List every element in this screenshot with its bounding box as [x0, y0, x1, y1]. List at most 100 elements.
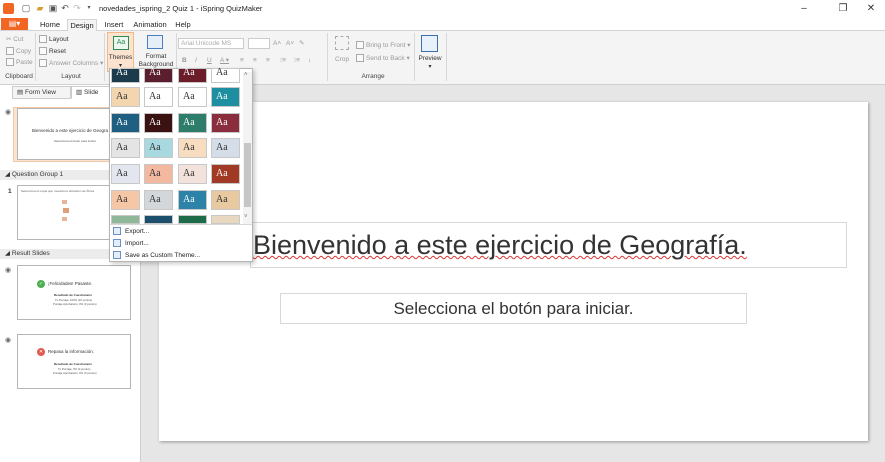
preview-button[interactable]: Preview ▾	[417, 34, 443, 72]
save-custom-theme-menu-item[interactable]: Save as Custom Theme...	[113, 250, 200, 261]
file-menu-button[interactable]: ▤▾	[1, 18, 28, 30]
clear-format-icon[interactable]: ✎	[299, 39, 304, 48]
slide-canvas[interactable]: Bienvenido a este ejercicio de Geografía…	[159, 102, 868, 441]
theme-swatch[interactable]: Aa	[144, 87, 173, 107]
customize-quick-access-icon[interactable]: ▾	[84, 3, 94, 13]
theme-swatch[interactable]	[211, 215, 240, 224]
themes-button[interactable]: Aa Themes ▾	[107, 32, 134, 72]
theme-swatch[interactable]: Aa	[211, 87, 240, 107]
theme-swatch[interactable]: Aa	[178, 113, 207, 133]
align-left-icon[interactable]: ≡	[240, 56, 244, 65]
maximize-button[interactable]: ❐	[829, 2, 857, 15]
font-family-select[interactable]: Arial Unicode MS	[178, 38, 244, 49]
slide-title-textbox[interactable]: Bienvenido a este ejercicio de Geografía…	[250, 222, 847, 268]
theme-swatch[interactable]: Aa	[111, 138, 140, 158]
theme-swatch[interactable]: Aa	[178, 190, 207, 210]
theme-swatch[interactable]: Aa	[144, 190, 173, 210]
theme-swatch[interactable]: Aa	[178, 138, 207, 158]
theme-swatch[interactable]: Aa	[178, 68, 207, 83]
reset-button[interactable]: Reset	[39, 47, 66, 56]
arrange-group-label: Arrange	[361, 73, 385, 80]
eye-icon[interactable]: ◉	[5, 108, 11, 116]
italic-button[interactable]: I	[195, 56, 197, 65]
open-folder-icon[interactable]: ▰	[35, 3, 45, 13]
cut-button[interactable]: ✂ Cut	[6, 35, 23, 44]
minimize-button[interactable]: –	[790, 2, 818, 15]
theme-swatch[interactable]: Aa	[111, 190, 140, 210]
theme-swatch[interactable]: Aa	[211, 190, 240, 210]
import-theme-menu-item[interactable]: Import...	[113, 238, 149, 249]
eye-icon[interactable]: ◉	[5, 266, 11, 274]
thumbnail-heading: Resultado de Cuestionario	[54, 293, 93, 297]
crop-button[interactable]: Crop	[332, 36, 354, 64]
theme-swatch[interactable]: Aa	[144, 113, 173, 133]
export-theme-menu-item[interactable]: Export...	[113, 226, 149, 237]
themes-label: Themes	[108, 54, 133, 61]
answer-columns-button[interactable]: Answer Columns ▾	[39, 59, 103, 68]
bring-to-front-button[interactable]: Bring to Front ▾	[356, 41, 410, 50]
increase-font-icon[interactable]: A˄	[273, 39, 281, 48]
slide-subtitle-textbox[interactable]: Selecciona el botón para iniciar.	[280, 293, 747, 324]
send-to-back-button[interactable]: Send to Back ▾	[356, 54, 410, 63]
theme-swatch[interactable]: Aa	[178, 87, 207, 107]
redo-icon[interactable]: ↷	[72, 3, 82, 13]
theme-swatch[interactable]	[144, 215, 173, 224]
tab-design[interactable]: Design	[67, 19, 97, 31]
eye-icon[interactable]: ◉	[5, 336, 11, 344]
map-option-image	[62, 217, 67, 221]
theme-swatch[interactable]: Aa	[144, 164, 173, 184]
form-view-tab[interactable]: ▤ Form View	[12, 86, 71, 99]
theme-swatch[interactable]: Aa	[111, 87, 140, 107]
paste-button[interactable]: Paste	[6, 58, 33, 67]
align-center-icon[interactable]: ≡	[253, 56, 257, 65]
thumbnail-heading: Resultado de Cuestionario	[54, 362, 93, 366]
form-view-icon: ▤	[17, 89, 24, 96]
theme-swatch[interactable]: Aa	[144, 68, 173, 83]
theme-swatch[interactable]: Aa	[178, 164, 207, 184]
theme-swatch[interactable]: Aa	[144, 138, 173, 158]
theme-swatch[interactable]: Aa	[111, 164, 140, 184]
copy-icon	[6, 47, 14, 56]
theme-swatch[interactable]: Aa	[111, 68, 140, 83]
theme-swatch[interactable]: Aa	[111, 113, 140, 133]
themes-icon: Aa	[113, 36, 129, 50]
divider	[446, 33, 447, 81]
tab-home[interactable]: Home	[35, 19, 65, 31]
scroll-down-icon[interactable]: ˅	[244, 214, 248, 220]
font-color-button[interactable]: A ▾	[220, 56, 229, 65]
scrollbar-thumb[interactable]	[244, 143, 251, 207]
copy-button[interactable]: Copy	[6, 47, 31, 56]
check-icon: ✓	[37, 280, 45, 288]
theme-swatch[interactable]: Aa	[211, 113, 240, 133]
tab-help[interactable]: Help	[172, 19, 194, 31]
thumbnail-question-text: Selecciona el mapa que muestra la ubicac…	[21, 189, 95, 193]
underline-button[interactable]: U	[207, 56, 212, 65]
failed-result-thumbnail[interactable]: ✕ Repasa la información. Resultado de Cu…	[17, 334, 131, 389]
undo-icon[interactable]: ↶	[60, 3, 70, 13]
send-to-back-icon	[356, 54, 364, 63]
theme-swatch[interactable]: Aa	[211, 138, 240, 158]
bullet-list-icon[interactable]: ⁝≡	[280, 56, 286, 65]
font-size-select[interactable]	[248, 38, 270, 49]
theme-swatch[interactable]	[111, 215, 140, 224]
thumbnail-title: ¡Felicidades! Pasaste.	[48, 281, 93, 286]
scroll-up-icon[interactable]: ˄	[244, 72, 248, 78]
save-icon[interactable]: ▣	[48, 3, 58, 13]
line-spacing-icon[interactable]: ↕	[308, 56, 311, 65]
format-background-button[interactable]: Format Background	[137, 32, 175, 72]
theme-swatch[interactable]: Aa	[211, 68, 240, 83]
tab-animation[interactable]: Animation	[131, 19, 169, 31]
theme-swatch[interactable]	[178, 215, 207, 224]
close-button[interactable]: ✕	[857, 2, 885, 15]
new-file-icon[interactable]: ▢	[21, 3, 31, 13]
align-right-icon[interactable]: ≡	[266, 56, 270, 65]
ribbon-tabs: ▤▾ Home Design Insert Animation Help	[0, 17, 885, 31]
theme-swatch[interactable]: Aa	[211, 164, 240, 184]
bold-button[interactable]: B	[182, 56, 187, 65]
numbered-list-icon[interactable]: ⁝≡	[294, 56, 300, 65]
slide-view-tab[interactable]: ▥ Slide	[71, 86, 111, 99]
decrease-font-icon[interactable]: A˅	[286, 39, 294, 48]
layout-button[interactable]: Layout	[39, 35, 69, 44]
tab-insert[interactable]: Insert	[100, 19, 128, 31]
passed-result-thumbnail[interactable]: ✓ ¡Felicidades! Pasaste. Resultado de Cu…	[17, 265, 131, 320]
